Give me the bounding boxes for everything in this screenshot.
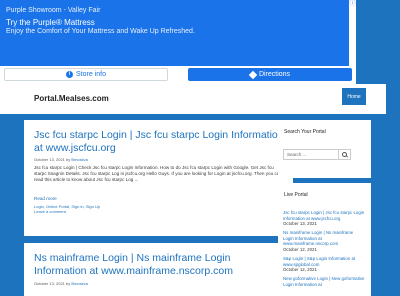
article-card: Jsc fcu starpc Login | Jsc fcu starpc Lo… xyxy=(24,120,293,236)
search-input[interactable]: Search ... xyxy=(283,149,339,160)
search-button[interactable] xyxy=(339,149,351,160)
search-icon xyxy=(342,152,347,157)
article-date[interactable]: October 13, 2021 xyxy=(34,157,65,162)
live-portal-link[interactable]: S&p Login | S&p Login Information at www… xyxy=(283,256,365,267)
list-item: Ns mainframe Login | Ns mainframe Login … xyxy=(283,230,365,253)
search-widget-title: Search Your Portal xyxy=(284,129,326,135)
directions-icon xyxy=(248,70,258,79)
live-portal-link[interactable]: Ns mainframe Login | Ns mainframe Login … xyxy=(283,230,365,247)
store-info-label: Store info xyxy=(76,71,106,78)
list-item: Jsc fcu starpc Login | Jsc fcu starpc Lo… xyxy=(283,210,365,227)
article-title[interactable]: Jsc fcu starpc Login | Jsc fcu starpc Lo… xyxy=(34,129,284,155)
store-info-button[interactable]: i Store info xyxy=(4,68,168,81)
tag-link[interactable]: Sign Up xyxy=(86,204,100,209)
leave-comment-link[interactable]: Leave a comment xyxy=(34,209,66,214)
live-portal-link[interactable]: New goformative Login | New goformative … xyxy=(283,276,365,287)
article-meta: October 13, 2021 by Bmoskva xyxy=(34,281,88,286)
article-footer: Login, Online Portal, Sign in, Sign Up L… xyxy=(34,204,101,214)
list-item: New goformative Login | New goformative … xyxy=(283,276,365,287)
article-date[interactable]: October 13, 2021 xyxy=(34,281,65,286)
live-portal-date: October 12, 2021 xyxy=(283,246,317,252)
tag-link[interactable]: Sign in xyxy=(71,204,83,209)
article-by: by xyxy=(66,157,71,162)
live-portal-title: Live Portal xyxy=(284,192,308,198)
live-portal-list: Jsc fcu starpc Login | Jsc fcu starpc Lo… xyxy=(283,210,365,290)
site-header: Portal.Mealses.com Home xyxy=(0,84,386,114)
live-portal-date: October 13, 2021 xyxy=(283,221,317,227)
ad-choices-icon[interactable]: ⓘ xyxy=(349,0,356,8)
list-item: S&p Login | S&p Login Information at www… xyxy=(283,256,365,273)
article-title[interactable]: Ns mainframe Login | Ns mainframe Login … xyxy=(34,252,284,278)
directions-label: Directions xyxy=(258,71,291,78)
nav-home-button[interactable]: Home xyxy=(342,88,366,105)
read-more-link[interactable]: Read more xyxy=(34,196,57,201)
live-portal-link[interactable]: Jsc fcu starpc Login | Jsc fcu starpc Lo… xyxy=(283,210,365,221)
article-by: by xyxy=(66,281,71,286)
directions-button[interactable]: Directions xyxy=(188,68,352,81)
article-card: Ns mainframe Login | Ns mainframe Login … xyxy=(24,243,293,296)
article-author[interactable]: Bmoskva xyxy=(71,157,87,162)
ad-headline[interactable]: Try the Purple® Mattress xyxy=(6,18,95,27)
ad-description: Enjoy the Comfort of Your Mattress and W… xyxy=(6,28,195,35)
site-title[interactable]: Portal.Mealses.com xyxy=(34,94,109,103)
info-icon: i xyxy=(66,71,74,78)
live-portal-date: October 12, 2021 xyxy=(283,267,317,273)
article-meta: October 13, 2021 by Bmoskva xyxy=(34,157,88,162)
article-author[interactable]: Bmoskva xyxy=(71,281,87,286)
article-excerpt: Jsc fcu starpc Login | Check Jsc fcu sta… xyxy=(34,165,282,182)
ad-banner[interactable]: Purple Showroom - Valley Fair Try the Pu… xyxy=(0,0,349,66)
search-widget: Search Your Portal Search ... xyxy=(278,120,371,178)
ad-unit[interactable]: Purple Showroom - Valley Fair Try the Pu… xyxy=(0,0,356,84)
ad-location-text: Purple Showroom - Valley Fair xyxy=(6,7,101,14)
live-portal-widget: Live Portal Jsc fcu starpc Login | Jsc f… xyxy=(278,183,371,296)
